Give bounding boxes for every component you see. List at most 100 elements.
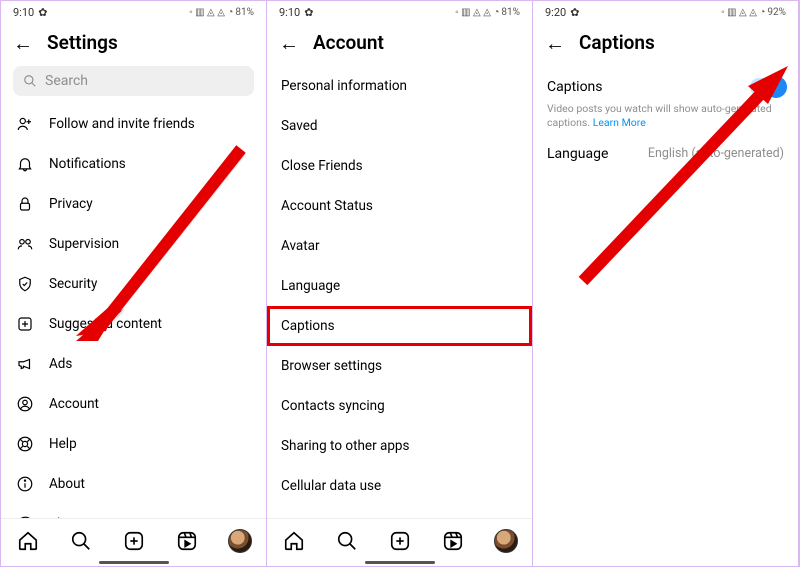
menu-label: Help (49, 436, 77, 452)
back-arrow-icon[interactable]: ← (279, 33, 299, 53)
captions-description: Video posts you watch will show auto-gen… (533, 100, 798, 132)
nav-search-icon[interactable] (335, 529, 359, 553)
signal-icons: ◦ ▥ ◬ ◬ ◔ (189, 7, 233, 18)
captions-toggle-row: Captions (533, 66, 798, 100)
language-row[interactable]: Language English (auto-generated) (533, 132, 798, 176)
nav-home-icon[interactable] (16, 529, 40, 553)
menu-label: Saved (281, 118, 318, 134)
menu-label: Language (281, 278, 340, 294)
personal-info-item[interactable]: Personal information (267, 66, 532, 106)
account-item[interactable]: Account (1, 384, 266, 424)
user-circle-icon (15, 395, 35, 413)
nav-reels-icon[interactable] (441, 529, 465, 553)
bottom-nav (1, 518, 266, 566)
status-bar: 9:10 ✿ ◦ ▥ ◬ ◬ ◔ 81% (267, 1, 532, 23)
supervision-item[interactable]: Supervision (1, 224, 266, 264)
shield-icon (15, 275, 35, 293)
privacy-item[interactable]: Privacy (1, 184, 266, 224)
saved-item[interactable]: Saved (267, 106, 532, 146)
settings-menu: Follow and invite friends Notifications … (1, 104, 266, 518)
menu-label: Personal information (281, 78, 407, 94)
panel-settings: 9:10 ✿ ◦ ▥ ◬ ◬ ◔ 81% ← Settings Search F… (1, 1, 267, 566)
language-label: Language (547, 146, 608, 162)
home-indicator (365, 561, 435, 564)
search-input[interactable]: Search (13, 66, 254, 96)
add-user-icon (15, 115, 35, 133)
menu-label: Security (49, 276, 97, 292)
nav-create-icon[interactable] (122, 529, 146, 553)
security-item[interactable]: Security (1, 264, 266, 304)
nav-search-icon[interactable] (69, 529, 93, 553)
info-icon (15, 475, 35, 493)
notifications-item[interactable]: Notifications (1, 144, 266, 184)
about-item[interactable]: About (1, 464, 266, 504)
nav-create-icon[interactable] (388, 529, 412, 553)
header: ← Settings (1, 23, 266, 66)
close-friends-item[interactable]: Close Friends (267, 146, 532, 186)
account-menu: Personal information Saved Close Friends… (267, 66, 532, 518)
page-title: Account (313, 31, 384, 54)
menu-label: Ads (49, 356, 72, 372)
home-indicator (99, 561, 169, 564)
account-status-item[interactable]: Account Status (267, 186, 532, 226)
nav-home-icon[interactable] (282, 529, 306, 553)
learn-more-link[interactable]: Learn More (593, 116, 646, 129)
battery-text: 81% (235, 7, 254, 18)
header: ← Captions (533, 23, 798, 66)
header: ← Account (267, 23, 532, 66)
menu-label: Avatar (281, 238, 320, 254)
menu-label: Sharing to other apps (281, 438, 409, 454)
menu-label: Account (49, 396, 99, 412)
battery-text: 92% (767, 7, 786, 18)
menu-label: Supervision (49, 236, 119, 252)
page-title: Settings (47, 31, 118, 54)
menu-label: Contacts syncing (281, 398, 385, 414)
signal-icons: ◦ ▥ ◬ ◬ ◔ (455, 7, 499, 18)
theme-item[interactable]: Theme (1, 504, 266, 518)
suggested-content-item[interactable]: Suggested content (1, 304, 266, 344)
signal-icons: ◦ ▥ ◬ ◬ ◔ (721, 7, 765, 18)
status-time: 9:10 (279, 6, 300, 19)
back-arrow-icon[interactable]: ← (545, 33, 565, 53)
follow-invite-item[interactable]: Follow and invite friends (1, 104, 266, 144)
contacts-syncing-item[interactable]: Contacts syncing (267, 386, 532, 426)
panel-captions: 9:20 ✿ ◦ ▥ ◬ ◬ ◔ 92% ← Captions Captions… (533, 1, 799, 566)
status-bar: 9:10 ✿ ◦ ▥ ◬ ◬ ◔ 81% (1, 1, 266, 23)
sharing-apps-item[interactable]: Sharing to other apps (267, 426, 532, 466)
gear-icon: ✿ (304, 6, 313, 19)
bottom-nav (267, 518, 532, 566)
ads-item[interactable]: Ads (1, 344, 266, 384)
nav-profile-avatar[interactable] (228, 529, 252, 553)
status-time: 9:20 (545, 6, 566, 19)
captions-toggle[interactable] (750, 78, 784, 96)
search-placeholder: Search (45, 73, 88, 89)
people-icon (15, 235, 35, 253)
menu-label: Cellular data use (281, 478, 381, 494)
menu-label: About (49, 476, 85, 492)
status-bar: 9:20 ✿ ◦ ▥ ◬ ◬ ◔ 92% (533, 1, 798, 23)
original-posts-item[interactable]: Original posts (267, 506, 532, 518)
battery-text: 81% (501, 7, 520, 18)
nav-reels-icon[interactable] (175, 529, 199, 553)
sparkle-icon (15, 315, 35, 333)
browser-settings-item[interactable]: Browser settings (267, 346, 532, 386)
lock-icon (15, 195, 35, 213)
page-title: Captions (579, 31, 655, 54)
menu-label: Suggested content (49, 316, 162, 332)
captions-item[interactable]: Captions (267, 306, 532, 346)
back-arrow-icon[interactable]: ← (13, 33, 33, 53)
menu-label: Close Friends (281, 158, 363, 174)
menu-label: Captions (281, 318, 335, 334)
menu-label: Follow and invite friends (49, 116, 195, 132)
bell-icon (15, 155, 35, 173)
cellular-data-item[interactable]: Cellular data use (267, 466, 532, 506)
nav-profile-avatar[interactable] (494, 529, 518, 553)
avatar-item[interactable]: Avatar (267, 226, 532, 266)
search-icon (23, 74, 37, 88)
menu-label: Browser settings (281, 358, 382, 374)
menu-label: Privacy (49, 196, 93, 212)
help-item[interactable]: Help (1, 424, 266, 464)
language-item[interactable]: Language (267, 266, 532, 306)
status-time: 9:10 (13, 6, 34, 19)
menu-label: Notifications (49, 156, 126, 172)
